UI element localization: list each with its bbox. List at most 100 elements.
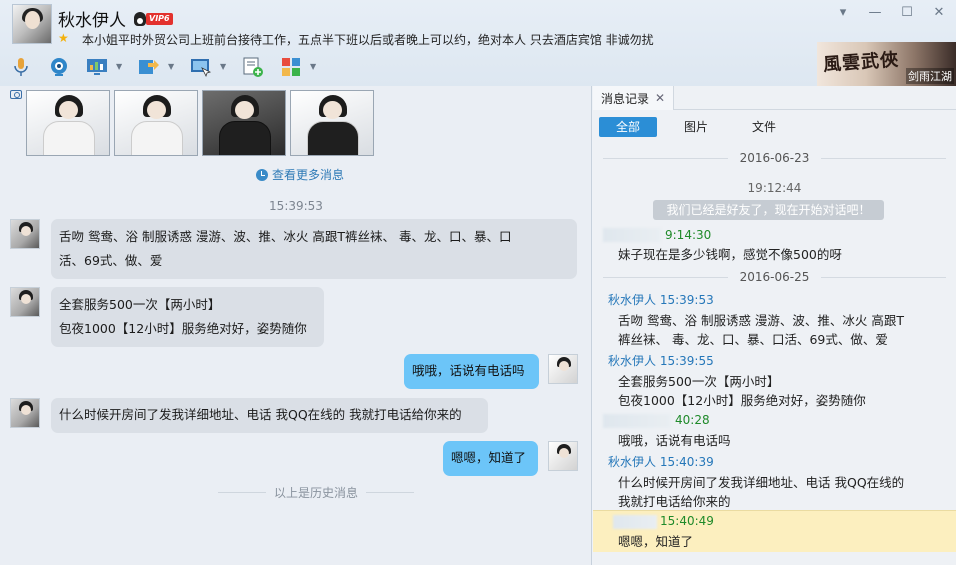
sender-avatar[interactable] [10,287,40,317]
divider [218,492,266,493]
chevron-down-icon[interactable]: ▼ [116,56,124,78]
self-avatar[interactable] [548,441,578,471]
chat-header: 秋水伊人 VIP6 ★ 本小姐平时外贸公司上班前台接待工作，五点半下班以后或者晚… [0,0,956,86]
record-sender: 秋水伊人 15:40:39 [608,453,714,470]
divider [366,492,415,493]
divider [821,276,946,278]
qq-penguin-icon [134,12,146,26]
toolbar: ▼ ▼ ▼ ▼ [10,54,332,80]
record-text: 我就打电话给你来的 [618,494,731,509]
apps-icon[interactable] [280,56,302,78]
photo-thumbnail[interactable] [114,90,198,156]
filter-files[interactable]: 文件 [735,117,793,137]
photo-thumbnail[interactable] [26,90,110,156]
message-text: 活、69式、做、爱 [59,253,163,268]
message-text: 包夜1000【12小时】服务绝对好，姿势随你 [59,321,307,336]
maximize-icon[interactable]: ☐ [898,4,916,22]
sender-avatar[interactable] [10,398,40,428]
window-controls: ▾ — ☐ ✕ [834,4,948,22]
date-separator: 2016-06-25 [593,270,956,284]
record-time: 15:39:55 [659,354,714,368]
contact-name[interactable]: 秋水伊人 [58,6,126,31]
sender-name: 秋水伊人 [608,293,657,307]
divider [603,276,728,278]
record-sender: 秋水伊人 15:39:55 [608,352,714,369]
message-text: 全套服务500一次【两小时】 [59,297,221,312]
sender-name: 秋水伊人 [608,455,657,469]
record-time: 15:40:49 [660,514,714,528]
view-more-label: 查看更多消息 [272,168,345,182]
record-time: 9:14:30 [665,228,712,242]
contact-signature: 本小姐平时外贸公司上班前台接待工作，五点半下班以后或者晚上可以约，绝对本人 只去… [82,33,654,47]
message-bubble[interactable]: 什么时候开房间了发我详细地址、电话 我QQ在线的 我就打电话给你来的 [51,398,488,433]
record-text: 裤丝袜、 毒、龙、口、暴、口活、69式、做、爱 [618,332,888,347]
message-timestamp: 15:39:53 [269,199,323,213]
date-label: 2016-06-25 [739,270,810,284]
banner-title: 風雲武俠 [822,49,900,76]
record-filters: 全部 图片 文件 [599,117,803,137]
add-message-icon[interactable] [242,56,264,78]
file-transfer-icon[interactable] [138,56,160,78]
blurred-sender [603,414,671,428]
chat-area[interactable]: 查看更多消息 15:39:53 舌吻 鸳鸯、浴 制服诱惑 漫游、波、推、冰火 高… [0,86,592,565]
date-label: 2016-06-23 [739,151,810,165]
microphone-icon[interactable] [10,56,32,78]
record-text: 什么时候开房间了发我详细地址、电话 我QQ在线的 [618,475,905,490]
clock-icon [256,168,268,181]
sender-avatar[interactable] [10,219,40,249]
message-text: 哦哦，话说有电话吗 [412,363,525,378]
ad-banner[interactable]: 風雲武俠 剑雨江湖 [817,42,956,86]
record-text: 舌吻 鸳鸯、浴 制服诱惑 漫游、波、推、冰火 高跟T [618,313,905,328]
filter-all[interactable]: 全部 [599,117,657,137]
photo-thumbnail[interactable] [202,90,286,156]
tab-label: 消息记录 [601,91,650,106]
screen-share-icon[interactable] [86,56,108,78]
self-avatar[interactable] [548,354,578,384]
message-text: 什么时候开房间了发我详细地址、电话 我QQ在线的 我就打电话给你来的 [59,407,462,422]
record-text: 嗯嗯，知道了 [618,534,694,549]
camera-icon[interactable] [48,56,70,78]
record-text: 全套服务500一次【两小时】 [618,374,780,389]
divider [603,157,728,159]
friend-notice: 我们已经是好友了，现在开始对话吧！ [653,200,884,220]
photo-thumbnail[interactable] [290,90,374,156]
close-icon[interactable]: ✕ [930,4,948,22]
history-label: 以上是历史消息 [274,486,359,500]
message-bubble-self[interactable]: 嗯嗯，知道了 [443,441,538,476]
record-time: 15:39:53 [659,293,714,307]
message-bubble[interactable]: 舌吻 鸳鸯、浴 制服诱惑 漫游、波、推、冰火 高跟T裤丝袜、 毒、龙、口、暴、口… [51,219,577,279]
record-text: 哦哦，话说有电话吗 [618,433,731,448]
record-text: 妹子现在是多少钱啊，感觉不像500的呀 [618,247,842,262]
record-sender: 秋水伊人 15:39:53 [608,291,714,308]
record-time: 15:40:39 [659,455,714,469]
vip-badge[interactable]: VIP6 [146,13,173,25]
message-bubble[interactable]: 全套服务500一次【两小时】 包夜1000【12小时】服务绝对好，姿势随你 [51,287,324,347]
message-record-panel: 消息记录 ✕ 全部 图片 文件 2016-06-23 19:12:44 我们已经… [593,86,956,565]
view-more-link[interactable]: 查看更多消息 [256,166,344,183]
message-text: 嗯嗯，知道了 [451,450,527,465]
contact-avatar[interactable] [12,4,52,44]
banner-subtitle: 剑雨江湖 [906,68,954,84]
blurred-sender [603,228,661,242]
close-icon[interactable]: ✕ [655,91,665,105]
record-time: 40:28 [675,413,710,427]
record-tab-bar: 消息记录 ✕ [593,86,956,110]
sender-name: 秋水伊人 [608,354,657,368]
dropdown-icon[interactable]: ▾ [834,4,852,22]
history-separator: 以上是历史消息 [218,484,415,501]
camera-icon [10,90,22,99]
blurred-sender [613,515,657,529]
record-text: 包夜1000【12小时】服务绝对好，姿势随你 [618,393,866,408]
minimize-icon[interactable]: — [866,4,884,22]
chevron-down-icon[interactable]: ▼ [220,56,228,78]
message-text: 舌吻 鸳鸯、浴 制服诱惑 漫游、波、推、冰火 高跟T裤丝袜、 毒、龙、口、暴、口 [59,229,512,244]
tab-message-record[interactable]: 消息记录 ✕ [593,86,675,110]
star-icon: ★ [58,31,69,45]
message-bubble-self[interactable]: 哦哦，话说有电话吗 [404,354,539,389]
record-time: 19:12:44 [747,181,802,195]
chevron-down-icon[interactable]: ▼ [310,56,318,78]
date-separator: 2016-06-23 [593,151,956,165]
chevron-down-icon[interactable]: ▼ [168,56,176,78]
remote-desktop-icon[interactable] [190,56,212,78]
filter-images[interactable]: 图片 [667,117,725,137]
